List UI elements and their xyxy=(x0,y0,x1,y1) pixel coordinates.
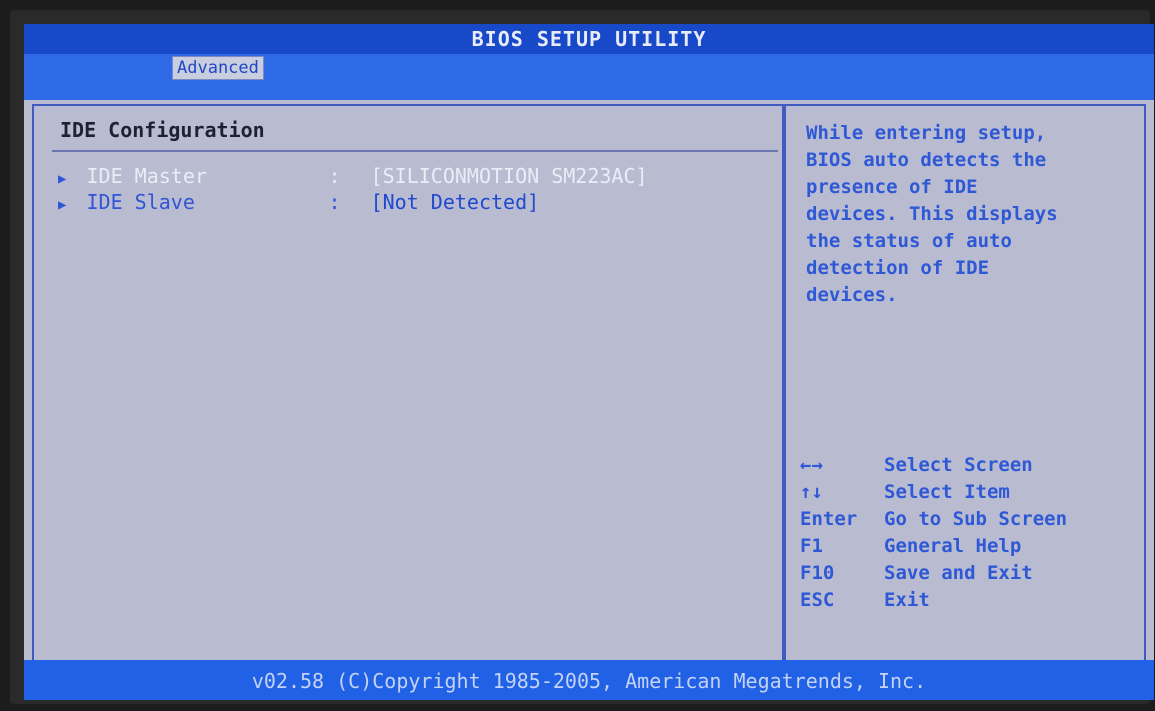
key-name: ESC xyxy=(800,589,835,611)
menu-item-label: IDE Slave xyxy=(86,190,195,214)
help-line: BIOS auto detects the xyxy=(806,149,1047,171)
help-line: devices. xyxy=(806,284,898,306)
settings-panel: IDE Configuration ▶ IDE Master : [SILICO… xyxy=(32,104,784,676)
tab-bar: Advanced xyxy=(24,54,1154,100)
menu-item-ide-slave[interactable]: ▶ IDE Slave : [Not Detected] xyxy=(58,190,539,214)
help-line: the status of auto xyxy=(806,230,1012,252)
key-legend: ←→ Select Screen ↑↓ Select Item Enter Go… xyxy=(800,452,1140,614)
help-line: presence of IDE xyxy=(806,176,978,198)
menu-item-value: [Not Detected] xyxy=(370,190,540,214)
key-name: F10 xyxy=(800,562,835,584)
tab-advanced[interactable]: Advanced xyxy=(172,56,264,80)
key-name: F1 xyxy=(800,535,823,557)
key-action: Exit xyxy=(884,589,930,611)
key-legend-row: ←→ Select Screen xyxy=(800,452,1140,479)
key-action: Select Item xyxy=(884,481,1010,503)
key-legend-row: F10 Save and Exit xyxy=(800,560,1140,587)
menu-item-label: IDE Master xyxy=(86,164,207,188)
key-name: ←→ xyxy=(800,454,823,476)
submenu-arrow-icon: ▶ xyxy=(58,197,67,213)
key-name: ↑↓ xyxy=(800,481,823,503)
help-panel: While entering setup, BIOS auto detects … xyxy=(784,104,1146,676)
key-legend-row: F1 General Help xyxy=(800,533,1140,560)
help-line: While entering setup, xyxy=(806,122,1047,144)
key-legend-row: ESC Exit xyxy=(800,587,1140,614)
help-text: While entering setup, BIOS auto detects … xyxy=(806,120,1128,309)
copyright-footer: v02.58 (C)Copyright 1985-2005, American … xyxy=(24,660,1154,700)
key-action: Save and Exit xyxy=(884,562,1033,584)
submenu-arrow-icon: ▶ xyxy=(58,171,67,187)
bios-title: BIOS SETUP UTILITY xyxy=(24,24,1154,54)
monitor-bezel: BIOS SETUP UTILITY Advanced IDE Configur… xyxy=(10,10,1154,704)
key-action: General Help xyxy=(884,535,1022,557)
key-legend-row: ↑↓ Select Item xyxy=(800,479,1140,506)
key-action: Select Screen xyxy=(884,454,1033,476)
menu-item-separator: : xyxy=(328,164,341,188)
menu-item-ide-master[interactable]: ▶ IDE Master : [SILICONMOTION SM223AC] xyxy=(58,164,648,188)
help-line: detection of IDE xyxy=(806,257,990,279)
key-action: Go to Sub Screen xyxy=(884,508,1068,530)
bios-screen: BIOS SETUP UTILITY Advanced IDE Configur… xyxy=(24,24,1154,700)
section-divider xyxy=(52,150,778,152)
key-legend-row: Enter Go to Sub Screen xyxy=(800,506,1140,533)
key-name: Enter xyxy=(800,508,858,530)
help-line: devices. This displays xyxy=(806,203,1058,225)
section-title: IDE Configuration xyxy=(60,118,265,142)
menu-item-value: [SILICONMOTION SM223AC] xyxy=(370,164,648,188)
menu-item-separator: : xyxy=(328,190,341,214)
